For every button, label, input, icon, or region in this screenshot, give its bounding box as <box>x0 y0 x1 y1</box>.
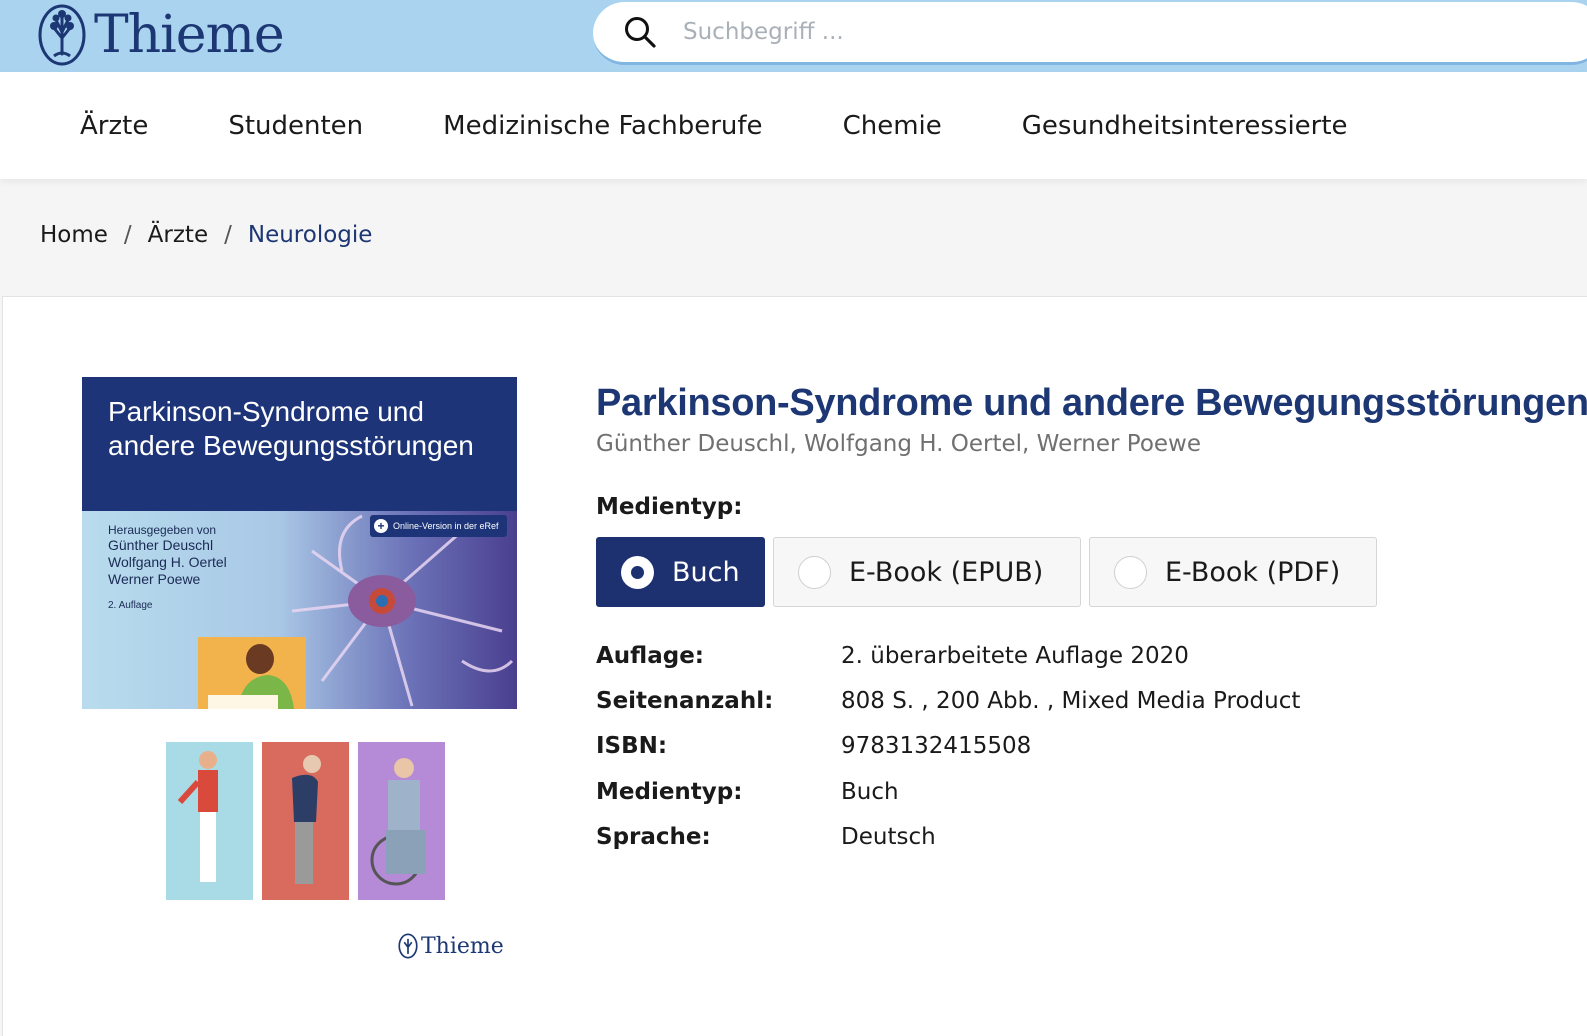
media-option-pdf[interactable]: E-Book (PDF) <box>1089 537 1377 607</box>
logo-text: Thieme <box>94 5 285 65</box>
thieme-logo[interactable]: Thieme <box>38 2 285 68</box>
figure-stooped-man <box>262 742 349 900</box>
detail-row-medientyp: Medientyp: Buch <box>596 779 899 805</box>
cover-writing-illustration <box>198 637 306 709</box>
radio-icon[interactable] <box>1114 555 1147 589</box>
breadcrumb-aerzte[interactable]: Ärzte <box>148 222 208 248</box>
cover-figures <box>82 709 517 967</box>
online-version-badge: + Online-Version in der eRef <box>370 515 507 537</box>
product-title: Parkinson-Syndrome und andere Bewegungss… <box>596 382 1587 424</box>
search-input[interactable] <box>683 19 1283 45</box>
radio-icon[interactable] <box>798 555 831 589</box>
product-authors: Günther Deuschl, Wolfgang H. Oertel, Wer… <box>596 431 1202 457</box>
detail-row-auflage: Auflage: 2. überarbeitete Auflage 2020 <box>596 643 1189 669</box>
cover-publisher-logo: Thieme <box>398 933 504 959</box>
figure-walking-man <box>166 742 253 900</box>
nav-item-chemie[interactable]: Chemie <box>843 111 942 141</box>
breadcrumb-separator: / <box>224 222 232 248</box>
cover-editors: Herausgegeben von Günther Deuschl Wolfga… <box>108 523 227 611</box>
search-bar <box>593 2 1587 65</box>
detail-row-seitenanzahl: Seitenanzahl: 808 S. , 200 Abb. , Mixed M… <box>596 688 1301 714</box>
search-icon[interactable] <box>623 15 657 49</box>
media-option-epub[interactable]: E-Book (EPUB) <box>773 537 1081 607</box>
top-header: Thieme <box>0 0 1587 72</box>
tree-emblem-icon <box>38 4 86 66</box>
main-nav: Ärzte Studenten Medizinische Fachberufe … <box>0 72 1587 179</box>
nav-item-gesundheit[interactable]: Gesundheitsinteressierte <box>1022 111 1348 141</box>
breadcrumb-home[interactable]: Home <box>40 222 108 248</box>
cover-title-band: Parkinson-Syndrome und andere Bewegungss… <box>82 377 517 511</box>
media-option-buch[interactable]: Buch <box>596 537 765 607</box>
nav-item-aerzte[interactable]: Ärzte <box>80 111 148 141</box>
detail-row-isbn: ISBN: 9783132415508 <box>596 733 1032 759</box>
nav-item-studenten[interactable]: Studenten <box>228 111 363 141</box>
figure-wheelchair <box>358 742 445 900</box>
nav-item-fachberufe[interactable]: Medizinische Fachberufe <box>443 111 762 141</box>
cover-neuron-illustration: + Online-Version in der eRef Herausgegeb… <box>82 511 517 709</box>
breadcrumb-separator: / <box>123 222 132 248</box>
breadcrumb: Home / Ärzte / Neurologie <box>40 222 372 248</box>
media-type-label: Medientyp: <box>596 494 743 520</box>
plus-icon: + <box>374 519 388 533</box>
cover-title: Parkinson-Syndrome und andere Bewegungss… <box>108 396 474 461</box>
detail-row-sprache: Sprache: Deutsch <box>596 824 936 850</box>
book-cover-image[interactable]: Parkinson-Syndrome und andere Bewegungss… <box>82 377 517 967</box>
tree-emblem-icon <box>398 933 418 959</box>
breadcrumb-neurologie[interactable]: Neurologie <box>248 222 373 248</box>
radio-selected-icon[interactable] <box>621 555 654 589</box>
